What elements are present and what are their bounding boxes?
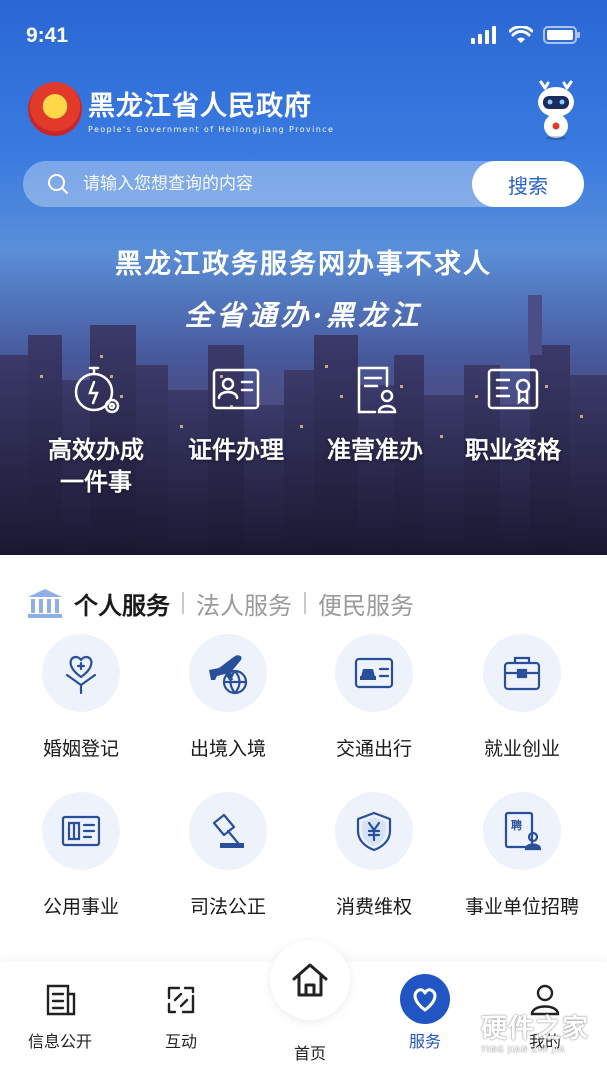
service-label: 婚姻登记	[42, 738, 119, 760]
quick-actions: 高效办成 一件事 证件办理 准营准办 职业资格	[0, 362, 607, 512]
home-icon	[292, 963, 328, 997]
service-label: 交通出行	[335, 738, 412, 760]
search-bar: 搜索	[23, 161, 584, 207]
service-label: 事业单位招聘	[464, 896, 579, 918]
nav-info-disclosure[interactable]: 信息公开	[10, 982, 110, 1052]
assistant-robot-icon[interactable]	[531, 80, 581, 140]
signal-icon	[471, 26, 496, 44]
service-traffic[interactable]: 交通出行	[300, 634, 448, 761]
banner-slogan: 黑龙江政务服务网办事不求人	[115, 249, 492, 280]
hexagon-logo-icon	[441, 1009, 481, 1053]
vehicle-license-icon	[354, 657, 394, 689]
search-input[interactable]	[83, 174, 472, 194]
utility-book-icon	[61, 815, 101, 847]
hero-banner: 9:41 黑龙江省人民政府 People's Government of Hei…	[0, 0, 607, 555]
search-icon	[48, 174, 68, 194]
tab-convenience-service[interactable]: 便民服务	[306, 586, 426, 621]
watermark-subtitle: YING JIAN ZHI JIA	[480, 1045, 566, 1054]
recruitment-icon: 聘	[504, 811, 542, 851]
nav-label: 互动	[164, 1032, 197, 1051]
watermark-title: 硬件之家	[480, 1014, 589, 1044]
quick-action-label: 高效办成 一件事	[48, 436, 144, 496]
service-tabs: 个人服务 法人服务 便民服务	[26, 585, 426, 621]
battery-icon	[543, 26, 580, 44]
marriage-heart-icon	[65, 655, 97, 695]
gavel-icon	[212, 813, 244, 848]
watermark-logo: 硬件之家 YING JIAN ZHI JIA	[441, 1008, 589, 1054]
service-label: 公用事业	[42, 896, 119, 918]
quick-action-id-card[interactable]: 证件办理	[166, 362, 306, 466]
license-document-icon	[357, 366, 397, 414]
nav-home[interactable]	[270, 940, 350, 1020]
wifi-icon	[509, 26, 533, 43]
svg-text:聘: 聘	[511, 818, 522, 832]
search-button[interactable]: 搜索	[472, 161, 584, 207]
quick-action-license[interactable]: 准营准办	[305, 362, 445, 466]
quick-action-label: 证件办理	[188, 436, 284, 464]
service-marriage[interactable]: 婚姻登记	[7, 634, 155, 761]
briefcase-icon	[503, 656, 541, 691]
tab-corporate-service[interactable]: 法人服务	[184, 586, 304, 621]
airplane-globe-icon	[209, 655, 248, 695]
quick-action-label: 准营准办	[327, 436, 423, 464]
brand-header: 黑龙江省人民政府 People's Government of Heilongj…	[28, 82, 334, 136]
service-recruitment[interactable]: 聘 事业单位招聘	[448, 792, 596, 919]
service-label: 消费维权	[335, 896, 412, 918]
certificate-icon	[487, 368, 539, 410]
quick-action-label: 职业资格	[465, 436, 561, 464]
national-emblem-icon	[28, 82, 82, 136]
tab-personal-service[interactable]: 个人服务	[74, 586, 182, 621]
status-bar: 9:41	[0, 0, 607, 72]
status-icons	[471, 26, 581, 44]
service-label: 就业创业	[483, 738, 560, 760]
service-justice[interactable]: 司法公正	[154, 792, 302, 919]
nav-home-label: 首页	[293, 1044, 326, 1063]
service-label: 出境入境	[189, 738, 266, 760]
service-label: 司法公正	[189, 896, 266, 918]
status-time: 9:41	[26, 24, 69, 47]
nav-label: 信息公开	[27, 1032, 92, 1051]
service-immigration[interactable]: 出境入境	[154, 634, 302, 761]
exchange-icon	[167, 986, 195, 1014]
stopwatch-gear-icon	[74, 366, 120, 414]
service-employment[interactable]: 就业创业	[448, 634, 596, 761]
government-building-icon	[28, 589, 62, 618]
id-card-icon	[212, 368, 260, 410]
yuan-shield-icon	[356, 811, 392, 852]
brand-subtitle: People's Government of Heilongjiang Prov…	[88, 125, 335, 134]
brand-title: 黑龙江省人民政府	[88, 91, 312, 122]
nav-interaction[interactable]: 互动	[131, 982, 231, 1052]
service-consumer-rights[interactable]: 消费维权	[300, 792, 448, 919]
quick-action-qualification[interactable]: 职业资格	[443, 362, 583, 466]
banner-tagline: 全省通办·黑龙江	[184, 299, 423, 332]
heart-icon	[413, 988, 437, 1012]
quick-action-efficient[interactable]: 高效办成 一件事	[26, 362, 166, 498]
document-icon	[46, 984, 76, 1016]
service-utilities[interactable]: 公用事业	[7, 792, 155, 919]
